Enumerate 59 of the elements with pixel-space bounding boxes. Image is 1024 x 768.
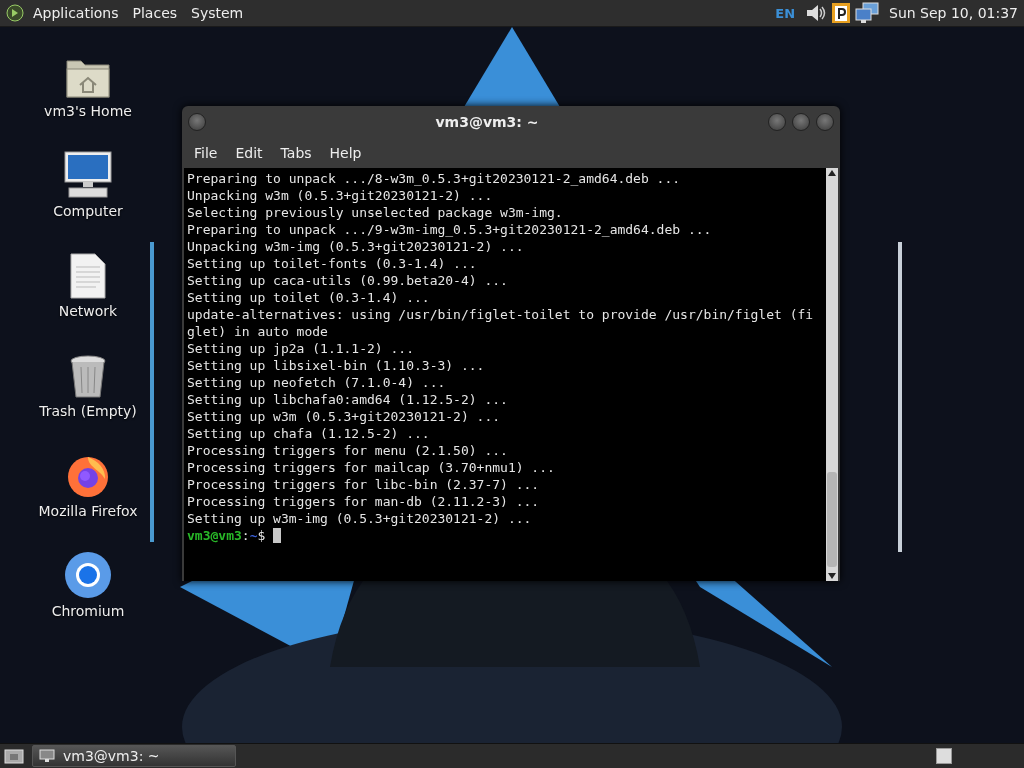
shell-prompt: vm3@vm3:~$ — [187, 528, 267, 543]
terminal-line: Setting up toilet-fonts (0.3-1.4) ... — [187, 255, 478, 272]
minimize-button[interactable] — [768, 113, 786, 131]
terminal-line: Processing triggers for man-db (2.11.2-3) ... — [187, 493, 541, 510]
scrollbar[interactable] — [826, 168, 838, 581]
chromium-icon — [64, 551, 112, 599]
terminal-line: Setting up w3m (0.5.3+git20230121-2) ... — [187, 408, 502, 425]
desktop-icon-label[interactable]: vm3's Home — [44, 103, 132, 119]
computer-icon — [63, 151, 113, 199]
terminal-line: update-alternatives: using /usr/bin/figlet-toilet to provide /usr/bin/figlet (fi — [187, 306, 815, 323]
keyboard-layout-indicator[interactable]: EN — [775, 5, 795, 21]
panel-menu[interactable]: Applications — [28, 3, 124, 23]
close-button[interactable] — [816, 113, 834, 131]
terminal-line: glet) in auto mode — [187, 323, 329, 340]
terminal-line: Processing triggers for menu (2.1.50) ... — [187, 442, 509, 459]
terminal-line: Processing triggers for libc-bin (2.37-7) ... — [187, 476, 541, 493]
text-cursor — [273, 528, 282, 543]
menu-item[interactable]: Tabs — [272, 142, 320, 164]
menu-item[interactable]: File — [186, 142, 226, 164]
terminal-line: Setting up caca-utils (0.99.beta20-4) ... — [187, 272, 509, 289]
panel-menu[interactable]: System — [186, 3, 249, 23]
terminal-line: Setting up libchafa0:amd64 (1.12.5-2) ... — [187, 391, 509, 408]
home-folder-icon — [65, 57, 111, 99]
taskbar-button[interactable]: vm3@vm3: ~ — [32, 745, 236, 767]
terminal-line: Unpacking w3m-img (0.5.3+git20230121-2) ... — [187, 238, 525, 255]
speaker-icon[interactable] — [805, 3, 827, 23]
terminal-line: Selecting previously unselected package w3m-img. — [187, 204, 564, 221]
trash-icon — [69, 355, 107, 399]
window-menu-button[interactable] — [188, 113, 206, 131]
desktop-icon-label[interactable]: Computer — [53, 203, 123, 219]
terminal-line: Setting up libsixel-bin (1.10.3-3) ... — [187, 357, 486, 374]
scroll-up-arrow-icon[interactable] — [827, 168, 837, 178]
terminal-line: Setting up neofetch (7.1.0-4) ... — [187, 374, 447, 391]
terminal-line: Setting up w3m-img (0.5.3+git20230121-2) ... — [187, 510, 533, 527]
terminal-line: Preparing to unpack .../8-w3m_0.5.3+git20230121-2_amd64.deb ... — [187, 170, 682, 187]
show-desktop-icon[interactable] — [4, 747, 24, 765]
terminal-line: Unpacking w3m (0.5.3+git20230121-2) ... — [187, 187, 494, 204]
menu-item[interactable]: Help — [321, 142, 370, 164]
terminal-line: Setting up toilet (0.3-1.4) ... — [187, 289, 431, 306]
menu-logo-icon[interactable] — [6, 4, 24, 22]
network-icon[interactable] — [855, 2, 879, 24]
window-title: vm3@vm3: ~ — [434, 114, 540, 130]
desktop-icon-label[interactable]: Trash (Empty) — [39, 403, 137, 419]
scrollbar-thumb[interactable] — [827, 472, 837, 567]
panel-menu[interactable]: Places — [127, 3, 183, 23]
terminal-line: Preparing to unpack .../9-w3m-img_0.5.3+git20230121-2_amd64.deb ... — [187, 221, 713, 238]
clock[interactable]: Sun Sep 10, 01:37 — [889, 5, 1018, 21]
menu-item[interactable]: Edit — [227, 142, 271, 164]
terminal-line: Processing triggers for mailcap (3.70+nmu1) ... — [187, 459, 556, 476]
document-icon — [69, 253, 107, 299]
desktop-icon-label[interactable]: Chromium — [51, 603, 125, 619]
maximize-button[interactable] — [792, 113, 810, 131]
workspace-switcher[interactable] — [936, 748, 952, 764]
terminal-line: Setting up jp2a (1.1.1-2) ... — [187, 340, 415, 357]
terminal-line: Setting up chafa (1.12.5-2) ... — [187, 425, 431, 442]
desktop-icon-label[interactable]: Mozilla Firefox — [38, 503, 138, 519]
monitor-icon — [39, 749, 55, 763]
scroll-down-arrow-icon[interactable] — [827, 571, 837, 581]
desktop-icon-label[interactable]: Network — [58, 303, 118, 319]
